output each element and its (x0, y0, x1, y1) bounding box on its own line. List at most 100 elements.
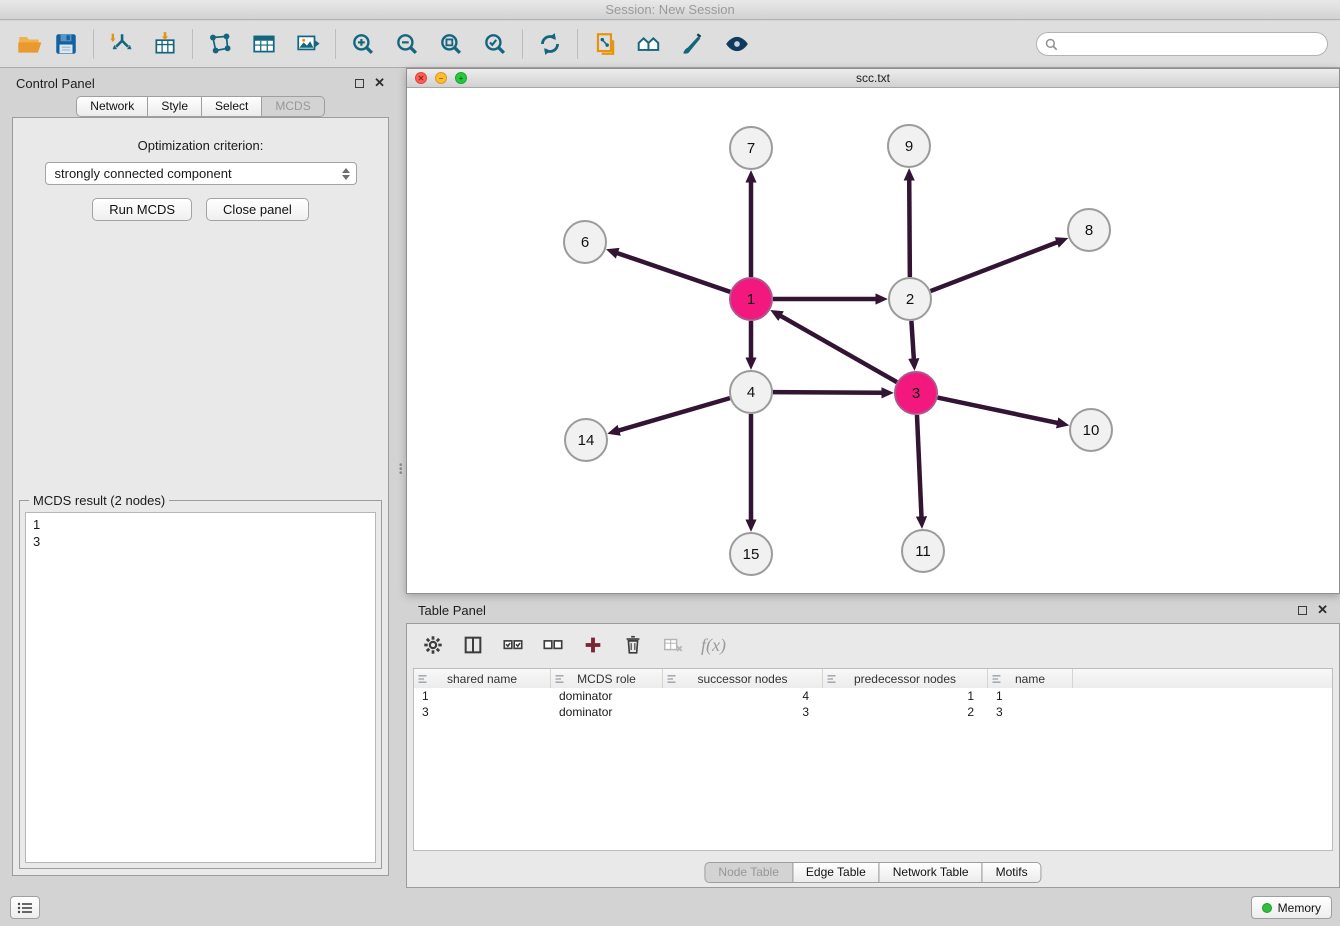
table-cell[interactable]: 2 (823, 704, 988, 720)
table-cell[interactable]: 4 (663, 688, 823, 704)
table-cell[interactable]: dominator (551, 688, 663, 704)
search-box[interactable] (1036, 32, 1328, 56)
window-minimize-icon[interactable]: − (435, 72, 447, 84)
table-body: 1dominator4113dominator323 (414, 688, 1332, 720)
column-header-successor-nodes[interactable]: successor nodes (663, 669, 823, 688)
app-titlebar: Session: New Session (0, 0, 1340, 20)
zoom-fit-button[interactable] (433, 26, 469, 62)
criterion-select[interactable]: strongly connected component (45, 162, 357, 185)
zoom-fit-icon (438, 31, 464, 57)
window-zoom-icon[interactable]: + (455, 72, 467, 84)
float-table-panel-icon[interactable] (1298, 606, 1307, 615)
close-panel-icon[interactable]: ✕ (374, 77, 385, 89)
edge-1-6[interactable] (616, 253, 730, 292)
network-window-titlebar[interactable]: ✕ − + scc.txt (407, 69, 1339, 88)
table-settings-button[interactable] (421, 633, 445, 657)
new-network-button[interactable] (202, 26, 238, 62)
apply-layout-button[interactable] (532, 26, 568, 62)
tab-network[interactable]: Network (76, 96, 148, 117)
node-4[interactable]: 4 (730, 371, 772, 413)
toolbar-separator (335, 29, 336, 59)
node-11[interactable]: 11 (902, 530, 944, 572)
delete-column-button[interactable] (621, 633, 645, 657)
node-15[interactable]: 15 (730, 533, 772, 575)
svg-text:4: 4 (747, 384, 755, 401)
show-columns-button[interactable] (461, 633, 485, 657)
save-session-button[interactable] (48, 26, 84, 62)
new-table-button[interactable] (246, 26, 282, 62)
table-cell[interactable]: dominator (551, 704, 663, 720)
panel-splitter[interactable]: ••• (397, 68, 406, 888)
export-image-button[interactable] (290, 26, 326, 62)
table-cell[interactable]: 1 (988, 688, 1073, 704)
import-network-icon (108, 31, 134, 57)
node-3[interactable]: 3 (895, 372, 937, 414)
edge-3-1[interactable] (780, 315, 897, 382)
table-cell[interactable]: 1 (414, 688, 551, 704)
column-header-name[interactable]: name (988, 669, 1073, 688)
column-header-predecessor-nodes[interactable]: predecessor nodes (823, 669, 988, 688)
show-hide-button[interactable] (719, 26, 755, 62)
zoom-selected-button[interactable] (477, 26, 513, 62)
table-cell[interactable]: 3 (988, 704, 1073, 720)
network-graph[interactable]: 7 9 6 8 1 2 4 3 14 10 15 11 (407, 88, 1339, 593)
column-header-mcds-role[interactable]: MCDS role (551, 669, 663, 688)
float-panel-icon[interactable] (355, 79, 364, 88)
apply-style-button[interactable] (675, 26, 711, 62)
import-table-button[interactable] (147, 26, 183, 62)
svg-text:6: 6 (581, 234, 589, 251)
import-network-button[interactable] (103, 26, 139, 62)
column-header-shared-name[interactable]: shared name (414, 669, 551, 688)
node-9[interactable]: 9 (888, 125, 930, 167)
tab-style[interactable]: Style (147, 96, 202, 117)
copy-network-view-button[interactable] (587, 26, 623, 62)
tab-select[interactable]: Select (201, 96, 262, 117)
tab-network-table[interactable]: Network Table (879, 862, 983, 883)
deselect-all-button[interactable] (541, 633, 565, 657)
close-table-panel-icon[interactable]: ✕ (1317, 604, 1328, 616)
table-cell[interactable]: 3 (414, 704, 551, 720)
tab-node-table[interactable]: Node Table (704, 862, 793, 883)
node-14[interactable]: 14 (565, 419, 607, 461)
memory-button[interactable]: Memory (1251, 896, 1332, 919)
tab-mcds[interactable]: MCDS (261, 96, 324, 117)
home-network-button[interactable] (631, 26, 667, 62)
table-row[interactable]: 1dominator411 (414, 688, 1332, 704)
node-10[interactable]: 10 (1070, 409, 1112, 451)
table-cell[interactable]: 3 (663, 704, 823, 720)
edge-2-3[interactable] (911, 321, 913, 360)
window-close-icon[interactable]: ✕ (415, 72, 427, 84)
edge-3-11[interactable] (917, 415, 922, 518)
mcds-result-box: MCDS result (2 nodes) 13 (19, 493, 382, 869)
search-input[interactable] (1063, 37, 1319, 52)
mcds-result-list[interactable]: 13 (25, 512, 376, 863)
mcds-result-line: 1 (33, 516, 368, 533)
zoom-in-button[interactable] (345, 26, 381, 62)
node-2[interactable]: 2 (889, 278, 931, 320)
edge-2-8[interactable] (931, 242, 1059, 291)
table-row[interactable]: 3dominator323 (414, 704, 1332, 720)
table-cell[interactable]: 1 (823, 688, 988, 704)
function-builder-button[interactable]: f(x) (701, 635, 726, 656)
panel-chooser-button[interactable] (10, 896, 40, 919)
open-session-button[interactable] (12, 26, 48, 62)
delete-table-button[interactable] (661, 633, 685, 657)
select-all-button[interactable] (501, 633, 525, 657)
home-pair-icon (636, 31, 662, 57)
list-icon (17, 901, 33, 915)
node-7[interactable]: 7 (730, 127, 772, 169)
app-title: Session: New Session (605, 2, 734, 17)
tab-edge-table[interactable]: Edge Table (792, 862, 880, 883)
edge-3-10[interactable] (938, 398, 1059, 424)
edge-4-3[interactable] (773, 392, 883, 393)
node-1[interactable]: 1 (730, 278, 772, 320)
run-mcds-button[interactable]: Run MCDS (92, 198, 192, 221)
tab-motifs[interactable]: Motifs (982, 862, 1042, 883)
zoom-out-button[interactable] (389, 26, 425, 62)
edge-2-9[interactable] (909, 179, 910, 277)
edge-4-14[interactable] (618, 398, 730, 431)
add-column-button[interactable] (581, 633, 605, 657)
node-8[interactable]: 8 (1068, 209, 1110, 251)
close-panel-button[interactable]: Close panel (206, 198, 309, 221)
node-6[interactable]: 6 (564, 221, 606, 263)
